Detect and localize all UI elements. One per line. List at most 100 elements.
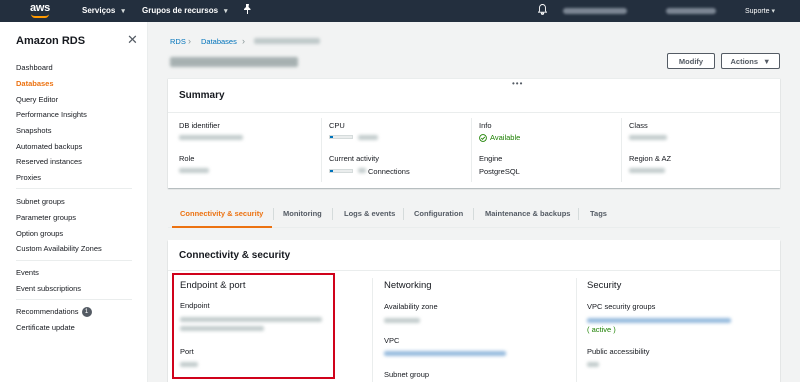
vpc-link-redacted[interactable] [384, 351, 506, 356]
column-divider [372, 278, 373, 382]
resource-groups-label: Grupos de recursos [142, 6, 219, 15]
chevron-down-icon: ▾ [224, 7, 228, 15]
subnet-group-label: Subnet group [384, 370, 430, 379]
sidebar-item-subnet-groups[interactable]: Subnet groups [16, 197, 65, 206]
sidebar-item-dashboard[interactable]: Dashboard [16, 63, 53, 72]
sidebar-item-recommendations[interactable]: Recommendations 1 [16, 307, 92, 318]
networking-heading: Networking [384, 280, 432, 291]
pushpin-icon[interactable] [243, 4, 252, 17]
connections-label: Connections [368, 167, 410, 176]
sidebar-item-databases[interactable]: Databases [16, 79, 54, 88]
aws-smile-icon [31, 14, 49, 18]
status-text: Available [490, 133, 521, 142]
class-label: Class [629, 121, 648, 130]
tab-separator [332, 208, 333, 220]
sidebar-item-automated-backups[interactable]: Automated backups [16, 142, 82, 151]
modify-button[interactable]: Modify [667, 53, 715, 69]
breadcrumb-separator-icon: › [188, 36, 191, 46]
sidebar-divider [16, 260, 132, 261]
cpu-usage-fill [330, 136, 333, 138]
cpu-label: CPU [329, 121, 345, 130]
support-label: Suporte [745, 8, 770, 15]
sidebar-item-custom-availability-zones[interactable]: Custom Availability Zones [16, 244, 102, 253]
sidebar-item-events[interactable]: Events [16, 268, 39, 277]
summary-divider [168, 112, 780, 113]
connectivity-title: Connectivity & security [179, 250, 291, 261]
tab-separator [273, 208, 274, 220]
db-identifier-value-redacted [179, 135, 243, 140]
region-az-label: Region & AZ [629, 154, 672, 163]
breadcrumb-databases[interactable]: Databases [201, 37, 237, 46]
column-divider [576, 278, 577, 382]
role-label: Role [179, 154, 195, 163]
tab-monitoring[interactable]: Monitoring [283, 209, 322, 218]
activity-fill [330, 170, 333, 172]
class-value-redacted [629, 135, 667, 140]
region-selector-redacted[interactable] [666, 8, 716, 14]
tab-connectivity-security[interactable]: Connectivity & security [180, 209, 263, 218]
status-available: Available [479, 133, 520, 142]
sidebar-item-proxies[interactable]: Proxies [16, 173, 41, 182]
tab-maintenance-backups[interactable]: Maintenance & backups [485, 209, 570, 218]
security-group-link-redacted[interactable] [587, 318, 731, 323]
column-divider [471, 118, 472, 182]
sidebar-title: Amazon RDS [16, 35, 86, 47]
breadcrumb-db-name-redacted [254, 38, 320, 44]
db-identifier-label: DB identifier [179, 121, 220, 130]
aws-logo-text: aws [30, 2, 50, 14]
sidebar-divider [16, 188, 132, 189]
tab-tags[interactable]: Tags [590, 209, 607, 218]
sidebar-item-performance-insights[interactable]: Performance Insights [16, 110, 87, 119]
tab-configuration[interactable]: Configuration [414, 209, 463, 218]
sidebar-item-option-groups[interactable]: Option groups [16, 229, 63, 238]
sidebar-item-reserved-instances[interactable]: Reserved instances [16, 157, 82, 166]
breadcrumb-rds[interactable]: RDS [170, 37, 186, 46]
detail-tabs: Connectivity & security Monitoring Logs … [168, 200, 780, 228]
column-divider [621, 118, 622, 182]
engine-label: Engine [479, 154, 503, 163]
availability-zone-label: Availability zone [384, 302, 438, 311]
bell-icon[interactable] [537, 4, 548, 18]
sidebar-item-parameter-groups[interactable]: Parameter groups [16, 213, 76, 222]
support-menu[interactable]: Suporte ▾ [745, 7, 775, 15]
column-divider [321, 118, 322, 182]
actions-label: Actions [730, 56, 759, 66]
breadcrumb-separator-icon: › [242, 36, 245, 46]
chevron-down-icon: ▾ [771, 8, 775, 15]
sidebar-item-snapshots[interactable]: Snapshots [16, 126, 51, 135]
tab-separator [578, 208, 579, 220]
vpc-label: VPC [384, 336, 400, 345]
tab-logs-events[interactable]: Logs & events [344, 209, 395, 218]
sidebar-item-query-editor[interactable]: Query Editor [16, 95, 58, 104]
tab-separator [473, 208, 474, 220]
aws-logo[interactable]: aws [0, 0, 50, 22]
cpu-usage-bar [329, 135, 353, 139]
account-name-redacted[interactable] [563, 8, 627, 14]
current-activity-label: Current activity [329, 154, 380, 163]
az-value-redacted [384, 318, 420, 323]
modify-label: Modify [678, 56, 704, 66]
caret-down-icon: ▼ [763, 56, 771, 66]
services-menu[interactable]: Serviços ▾ [82, 6, 125, 15]
summary-top-border [168, 78, 780, 79]
tab-separator [403, 208, 404, 220]
actions-dropdown-button[interactable]: Actions ▼ [721, 53, 780, 69]
sidebar-item-label: Recommendations [16, 307, 79, 316]
role-value-redacted [179, 168, 209, 173]
vpc-security-groups-label: VPC security groups [587, 302, 656, 311]
highlight-annotation-box [172, 273, 335, 379]
rds-sidebar: Amazon RDS ✕ Dashboard Databases Query E… [0, 22, 148, 382]
sidebar-item-certificate-update[interactable]: Certificate update [16, 323, 75, 332]
cpu-value-redacted [358, 135, 378, 140]
sidebar-item-event-subscriptions[interactable]: Event subscriptions [16, 284, 81, 293]
check-circle-icon [479, 133, 487, 142]
info-label: Info [479, 121, 492, 130]
top-navigation-bar: aws Serviços ▾ Grupos de recursos ▾ Supo… [0, 0, 800, 22]
recommendations-count-badge: 1 [81, 307, 92, 318]
more-options-icon[interactable]: ••• [512, 79, 523, 88]
sidebar-divider [16, 299, 132, 300]
resource-groups-menu[interactable]: Grupos de recursos ▾ [142, 6, 228, 15]
close-icon[interactable]: ✕ [127, 32, 138, 48]
region-value-redacted [629, 168, 665, 173]
security-heading: Security [587, 280, 622, 291]
